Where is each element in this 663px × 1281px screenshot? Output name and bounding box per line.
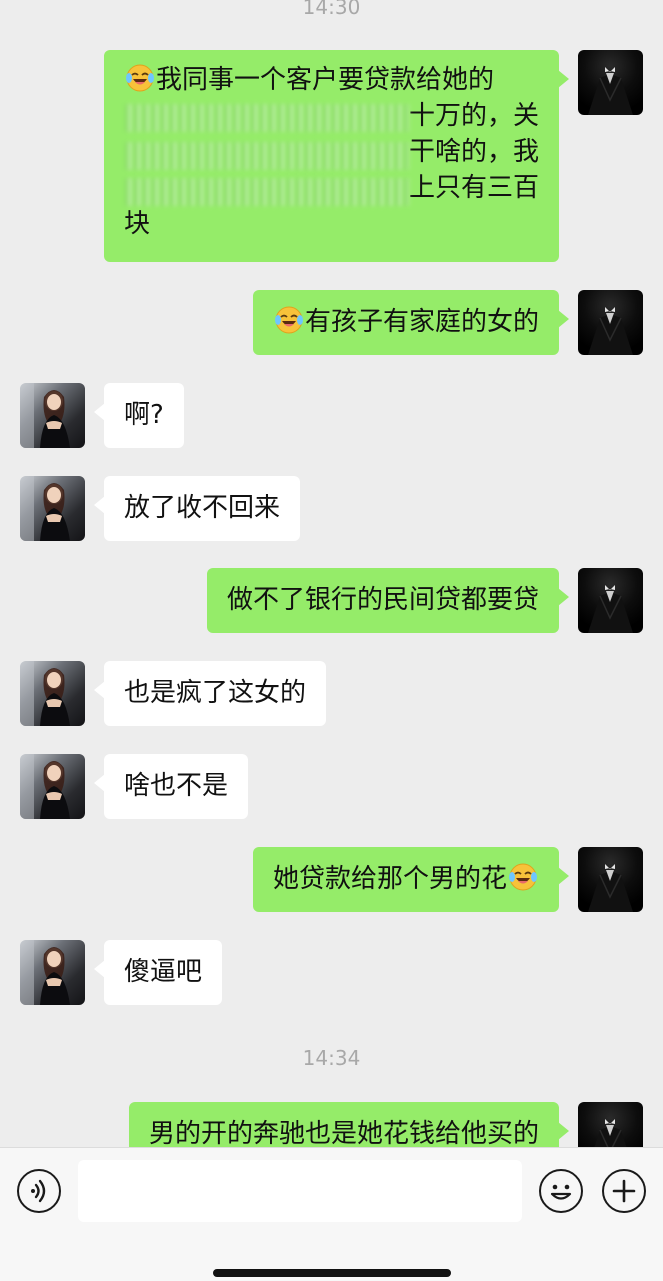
message-bubble-incoming[interactable]: 放了收不回来 [93,476,301,541]
message-bubble-outgoing[interactable]: 做不了银行的民间贷都要贷 [206,568,570,633]
contact-avatar[interactable] [20,476,85,541]
plus-icon [612,1179,636,1203]
input-toolbar [0,1147,663,1281]
message-bubble-outgoing[interactable]: 男的开的奔驰也是她花钱给他买的 [128,1102,570,1147]
contact-avatar[interactable] [20,383,85,448]
message-bubble-outgoing[interactable]: 有孩子有家庭的女的 [252,290,570,355]
contact-avatar[interactable] [20,940,85,1005]
crying-laughing-emoji-icon [508,862,538,892]
message-text: 啥也不是 [124,771,229,801]
my-avatar[interactable] [578,50,643,115]
suit-avatar-icon [578,568,643,633]
my-avatar[interactable] [578,1102,643,1147]
woman-avatar-icon [20,754,85,819]
woman-avatar-icon [20,476,85,541]
message-text: 放了收不回来 [124,493,281,523]
plus-button[interactable] [602,1169,646,1213]
my-avatar[interactable] [578,290,643,355]
redaction-blur [124,104,409,132]
timestamp: 14:30 [302,0,361,19]
my-avatar[interactable] [578,568,643,633]
message-bubble-incoming[interactable]: 啥也不是 [93,754,249,819]
message-text: 有孩子有家庭的女的 [304,307,539,337]
voice-icon [31,1179,46,1203]
suit-avatar-icon [578,290,643,355]
message-text: 傻逼吧 [124,957,203,987]
crying-laughing-emoji-icon [125,63,155,93]
redaction-blur [124,142,409,170]
my-avatar[interactable] [578,847,643,912]
woman-avatar-icon [20,383,85,448]
message-bubble-incoming[interactable]: 也是疯了这女的 [93,661,327,726]
message-text: 块 [124,209,151,239]
message-input[interactable] [78,1160,522,1222]
contact-avatar[interactable] [20,661,85,726]
message-bubble-outgoing[interactable]: 她贷款给那个男的花 [252,847,570,912]
message-text: 她贷款给那个男的花 [272,864,507,894]
suit-avatar-icon [578,50,643,115]
redaction-blur [124,178,409,206]
crying-laughing-emoji-icon [274,305,304,335]
message-text: 做不了银行的民间贷都要贷 [226,585,539,615]
suit-avatar-icon [578,847,643,912]
chat-area[interactable]: 14:30 我同事一个客户要贷款给她的 十万的，关 干啥的，我 上只有三百 块 … [0,0,663,1147]
message-text: 也是疯了这女的 [124,678,307,708]
timestamp: 14:34 [302,1046,361,1070]
message-line: 我同事一个客户要贷款给她的 [124,62,539,98]
message-bubble-outgoing[interactable]: 我同事一个客户要贷款给她的 十万的，关 干啥的，我 上只有三百 块 [104,50,569,262]
emoji-icon [550,1184,572,1200]
home-indicator [213,1269,451,1277]
message-text: 我同事一个客户要贷款给她的 [156,65,495,95]
message-bubble-incoming[interactable]: 傻逼吧 [93,940,223,1005]
message-text: 男的开的奔驰也是她花钱给他买的 [148,1119,539,1147]
voice-button[interactable] [17,1169,61,1213]
message-bubble-incoming[interactable]: 啊? [94,383,184,448]
message-text: 啊? [124,400,164,430]
woman-avatar-icon [20,940,85,1005]
contact-avatar[interactable] [20,754,85,819]
woman-avatar-icon [20,661,85,726]
emoji-button[interactable] [539,1169,583,1213]
suit-avatar-icon [578,1102,643,1147]
